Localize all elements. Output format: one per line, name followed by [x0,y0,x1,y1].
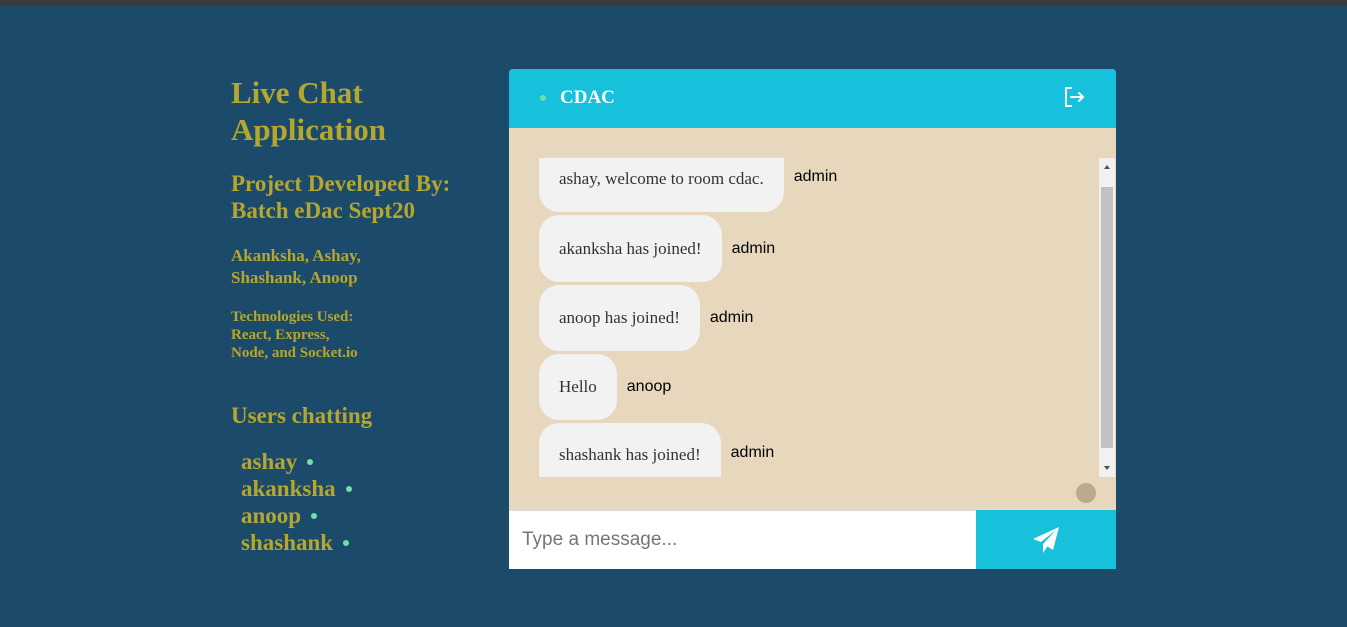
message-sender: admin [793,168,838,185]
user-item: anoop [241,502,491,529]
message-sender: admin [709,309,754,326]
online-dot-icon [343,539,350,546]
names-line1: Akanksha, Ashay, [231,246,361,265]
tech-line2: React, Express, [231,327,330,343]
user-name: akanksha [241,476,336,501]
message-bubble: shashank has joined! [539,423,721,477]
chat-header: CDAC [509,69,1116,128]
message-input-area [509,510,1116,569]
message-input[interactable] [509,510,976,569]
technologies: Technologies Used: React, Express, Node,… [231,308,491,362]
sidebar: Live Chat Application Project Developed … [231,74,491,556]
scroll-up-arrow-icon[interactable] [1099,158,1115,175]
paper-plane-icon [1033,527,1059,553]
message-bubble: akanksha has joined! [539,215,722,282]
user-item: akanksha [241,475,491,502]
message-bubble: ashay, welcome to room cdac. [539,158,784,212]
message-text: shashank has joined! [559,445,701,464]
chat-panel: CDAC ashay, welcome to room cdac. admin … [509,69,1116,569]
developed-by-line1: Project Developed By: [231,171,451,196]
message-sender: admin [731,239,776,257]
online-dot-icon [345,485,352,492]
user-item: shashank [241,529,491,556]
user-name: anoop [241,503,302,528]
message-text: Hello [559,377,597,396]
messages-area[interactable]: ashay, welcome to room cdac. admin akank… [509,158,1116,477]
message: shashank has joined! admin [539,423,774,477]
message: anoop has joined! admin [539,285,753,351]
logout-icon[interactable] [1062,85,1086,109]
user-name: shashank [241,530,334,555]
message-text: ashay, welcome to room cdac. [559,169,764,188]
message-bubble: anoop has joined! [539,285,700,351]
developer-names: Akanksha, Ashay, Shashank, Anoop [231,245,491,289]
message: akanksha has joined! admin [539,215,775,282]
send-button[interactable] [976,510,1116,569]
message-text: anoop has joined! [559,308,680,327]
scrollbar-thumb[interactable] [1101,187,1113,448]
online-dot-icon [540,95,546,101]
user-name: ashay [241,449,298,474]
message-text: akanksha has joined! [559,238,702,258]
messages-scrollbar[interactable] [1099,158,1115,477]
names-line2: Shashank, Anoop [231,268,358,287]
room-name: CDAC [560,87,615,108]
message-bubble: Hello [539,354,617,420]
app-title-text: Live Chat Application [231,75,387,147]
user-item: ashay [241,448,491,475]
users-list: ashay akanksha anoop shashank [241,448,491,556]
users-heading: Users chatting [231,403,373,428]
tech-line3: Node, and Socket.io [231,345,358,361]
message-sender: anoop [626,378,672,395]
browser-top-bar [0,0,1347,6]
online-dot-icon [307,458,314,465]
message: Hello anoop [539,354,671,420]
app-title: Live Chat Application [231,74,491,148]
message-sender: admin [730,444,775,461]
online-dot-icon [311,512,318,519]
scroll-down-arrow-icon[interactable] [1099,460,1115,477]
message: ashay, welcome to room cdac. admin [539,158,837,212]
scroll-bottom-button[interactable] [1076,483,1096,503]
tech-line1: Technologies Used: [231,309,354,325]
developed-by-heading: Project Developed By: Batch eDac Sept20 [231,170,491,224]
developed-by-line2: Batch eDac Sept20 [231,198,415,223]
